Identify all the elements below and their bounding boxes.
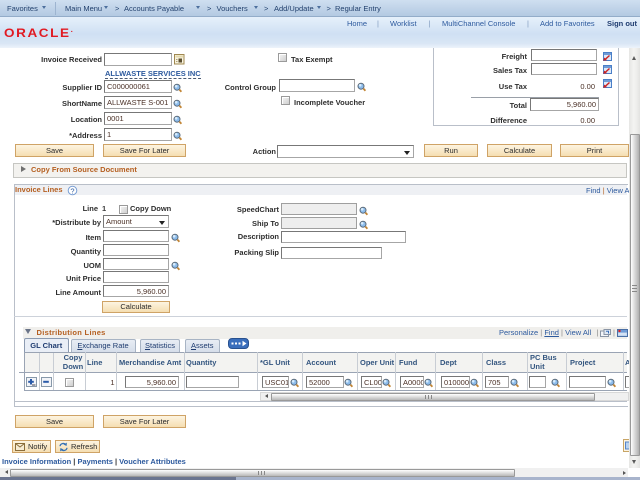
svg-text:?: ? (70, 186, 74, 195)
